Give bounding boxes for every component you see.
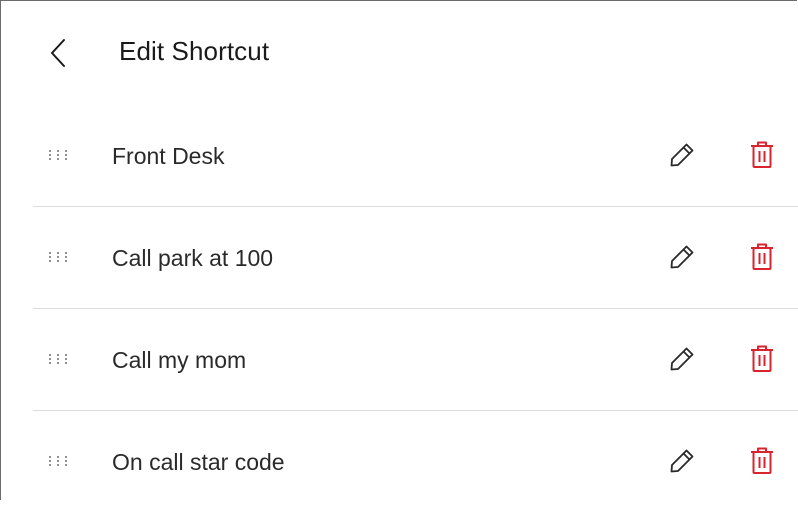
- shortcut-row: On call star code: [33, 411, 798, 513]
- trash-icon: [751, 243, 773, 270]
- trash-icon: [751, 447, 773, 474]
- shortcut-label: Front Desk: [112, 143, 225, 169]
- pencil-icon: [670, 143, 694, 167]
- shortcut-label: Call park at 100: [112, 245, 274, 271]
- delete-button[interactable]: [745, 138, 779, 172]
- edit-button[interactable]: [665, 138, 699, 172]
- shortcut-label: Call my mom: [112, 347, 247, 373]
- drag-handle-icon[interactable]: [45, 449, 73, 473]
- edit-button[interactable]: [665, 240, 699, 274]
- pencil-icon: [670, 245, 694, 269]
- chevron-left-icon: [51, 39, 65, 67]
- edit-button[interactable]: [665, 342, 699, 376]
- delete-button[interactable]: [745, 444, 779, 478]
- page-title: Edit Shortcut: [119, 36, 270, 66]
- shortcut-label: On call star code: [112, 449, 285, 475]
- drag-handle-icon[interactable]: [45, 143, 73, 167]
- delete-button[interactable]: [745, 240, 779, 274]
- shortcut-list: Front Desk Call park at 100 Call my mom …: [33, 105, 798, 513]
- pencil-icon: [670, 449, 694, 473]
- trash-icon: [751, 141, 773, 168]
- trash-icon: [751, 345, 773, 372]
- shortcut-row: Front Desk: [33, 105, 798, 207]
- shortcut-row: Call park at 100: [33, 207, 798, 309]
- header: Edit Shortcut: [1, 1, 797, 105]
- drag-handle-icon[interactable]: [45, 347, 73, 371]
- edit-button[interactable]: [665, 444, 699, 478]
- drag-handle-icon[interactable]: [45, 245, 73, 269]
- delete-button[interactable]: [745, 342, 779, 376]
- shortcut-row: Call my mom: [33, 309, 798, 411]
- edit-shortcut-panel: Edit Shortcut Front Desk Call park at 10…: [0, 0, 798, 500]
- back-button[interactable]: [43, 33, 73, 73]
- pencil-icon: [670, 347, 694, 371]
